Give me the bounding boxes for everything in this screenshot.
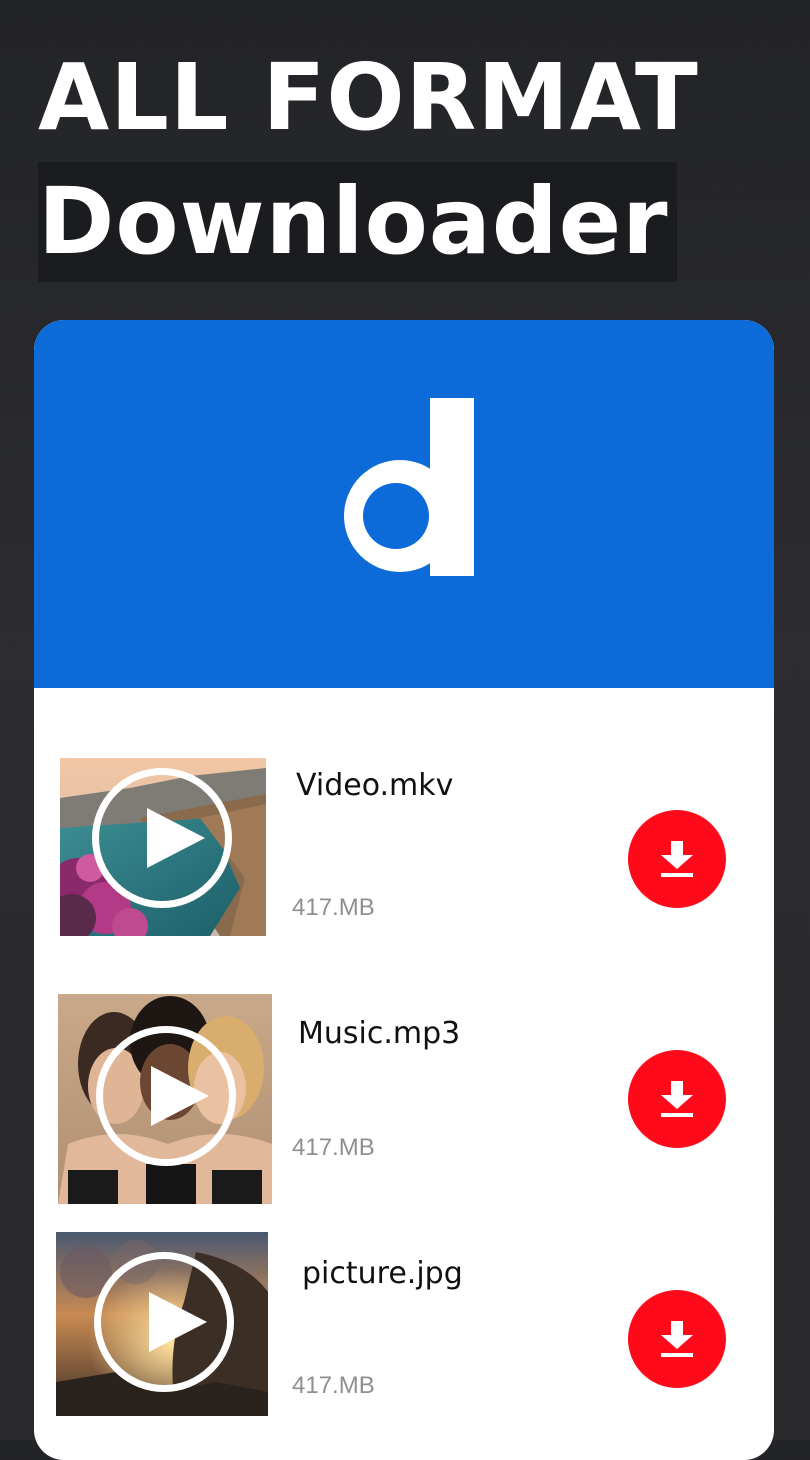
list-item[interactable]: Music.mp3 417.MB (34, 994, 774, 1214)
file-size: 417.MB (292, 1134, 375, 1161)
play-button[interactable] (96, 1026, 236, 1166)
download-button[interactable] (628, 1050, 726, 1148)
file-name: Music.mp3 (298, 1016, 461, 1051)
app-header (34, 320, 774, 688)
file-name: Video.mkv (296, 768, 454, 803)
download-button[interactable] (628, 1290, 726, 1388)
play-icon (151, 1066, 209, 1126)
play-icon (147, 808, 205, 868)
list-item[interactable]: picture.jpg 417.MB (34, 1232, 774, 1454)
download-icon (661, 841, 693, 877)
app-card: Video.mkv 417.MB Music.mp3 417.MB pictur… (34, 320, 774, 1460)
dailymotion-logo-icon (344, 398, 474, 576)
download-icon (661, 1321, 693, 1357)
hero-title: ALL FORMAT Downloader (38, 42, 778, 282)
picture-thumbnail[interactable] (56, 1232, 268, 1416)
download-button[interactable] (628, 810, 726, 908)
play-icon (149, 1292, 207, 1352)
file-name: picture.jpg (302, 1256, 463, 1291)
list-item[interactable]: Video.mkv 417.MB (34, 754, 774, 974)
download-icon (661, 1081, 693, 1117)
music-thumbnail[interactable] (58, 994, 272, 1204)
file-size: 417.MB (292, 1372, 375, 1399)
video-thumbnail[interactable] (60, 758, 266, 936)
play-button[interactable] (94, 1252, 234, 1392)
file-size: 417.MB (292, 894, 375, 921)
hero-title-line2: Downloader (38, 162, 677, 282)
hero-title-line1: ALL FORMAT (38, 44, 699, 151)
play-button[interactable] (92, 768, 232, 908)
